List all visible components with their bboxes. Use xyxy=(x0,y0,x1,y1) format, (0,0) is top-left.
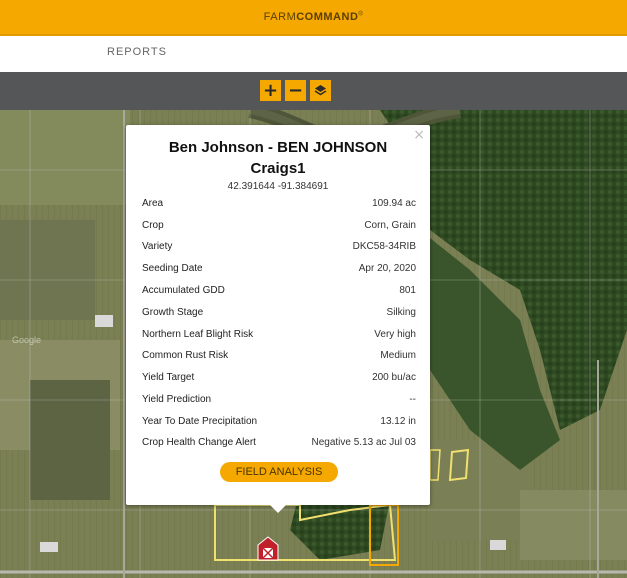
row-label: Yield Prediction xyxy=(142,394,212,405)
row-value: 801 xyxy=(399,285,416,296)
plus-icon: + xyxy=(262,79,279,101)
row-label: Common Rust Risk xyxy=(142,350,229,361)
row-label: Growth Stage xyxy=(142,307,204,318)
row-label: Area xyxy=(142,198,164,209)
row-value: 109.94 ac xyxy=(372,198,416,209)
row-label: Yield Target xyxy=(142,372,195,383)
farmcommand-logo[interactable]: FARMCOMMAND® xyxy=(264,11,364,23)
info-row-growth-stage: Growth Stage Silking xyxy=(142,307,416,323)
logo-text-command: COMMAND xyxy=(296,11,359,23)
row-value: Corn, Grain xyxy=(364,220,416,231)
info-row-common-rust-risk: Common Rust Risk Medium xyxy=(142,350,416,366)
info-row-crop-health-alert: Crop Health Change Alert Negative 5.13 ac… xyxy=(142,437,416,453)
popup-title: Ben Johnson - BEN JOHNSON xyxy=(168,139,388,156)
info-row-nlb-risk: Northern Leaf Blight Risk Very high xyxy=(142,329,416,345)
row-value: Silking xyxy=(386,307,416,318)
popup-field-name: Craigs1 xyxy=(250,160,306,177)
info-row-crop: Crop Corn, Grain xyxy=(142,220,416,236)
row-label: Year To Date Precipitation xyxy=(142,416,258,427)
popup-pointer xyxy=(268,503,288,513)
info-row-yield-prediction: Yield Prediction -- xyxy=(142,394,416,410)
zoom-out-button[interactable]: − xyxy=(285,80,306,101)
field-analysis-button[interactable]: FIELD ANALYSIS xyxy=(220,462,338,482)
minus-icon: − xyxy=(287,79,304,101)
row-value: Very high xyxy=(374,329,416,340)
layers-button[interactable] xyxy=(310,80,331,101)
map-watermark: Google xyxy=(12,335,42,345)
app-header: FARMCOMMAND® xyxy=(0,0,627,36)
zoom-in-button[interactable]: + xyxy=(260,80,281,101)
layers-icon xyxy=(314,85,327,96)
row-label: Northern Leaf Blight Risk xyxy=(142,329,254,340)
row-value: 13.12 in xyxy=(380,416,416,427)
info-row-yield-target: Yield Target 200 bu/ac xyxy=(142,372,416,388)
logo-registered-mark: ® xyxy=(358,11,364,18)
map-toolbar: + − xyxy=(0,72,627,110)
row-label: Crop xyxy=(142,220,164,231)
top-nav: REPORTS xyxy=(0,36,627,72)
barn-icon[interactable] xyxy=(256,535,280,561)
row-value: DKC58-34RIB xyxy=(352,241,416,252)
info-row-seeding-date: Seeding Date Apr 20, 2020 xyxy=(142,263,416,279)
row-label: Crop Health Change Alert xyxy=(142,437,256,448)
info-row-area: Area 109.94 ac xyxy=(142,198,416,214)
row-value: -- xyxy=(409,394,416,405)
row-label: Accumulated GDD xyxy=(142,285,225,296)
row-value: Apr 20, 2020 xyxy=(358,263,416,274)
row-label: Seeding Date xyxy=(142,263,203,274)
info-row-ytd-precipitation: Year To Date Precipitation 13.12 in xyxy=(142,416,416,432)
popup-coordinates: 42.391644 -91.384691 xyxy=(227,181,329,192)
info-row-accumulated-gdd: Accumulated GDD 801 xyxy=(142,285,416,301)
row-value: Medium xyxy=(380,350,416,361)
logo-text-farm: FARM xyxy=(263,11,297,23)
row-value: 200 bu/ac xyxy=(372,372,416,383)
row-value: Negative 5.13 ac Jul 03 xyxy=(311,437,416,448)
nav-reports-link[interactable]: REPORTS xyxy=(107,46,167,58)
info-row-variety: Variety DKC58-34RIB xyxy=(142,241,416,257)
row-label: Variety xyxy=(142,241,173,252)
field-info-popup: × Ben Johnson - BEN JOHNSON Craigs1 42.3… xyxy=(126,125,430,513)
